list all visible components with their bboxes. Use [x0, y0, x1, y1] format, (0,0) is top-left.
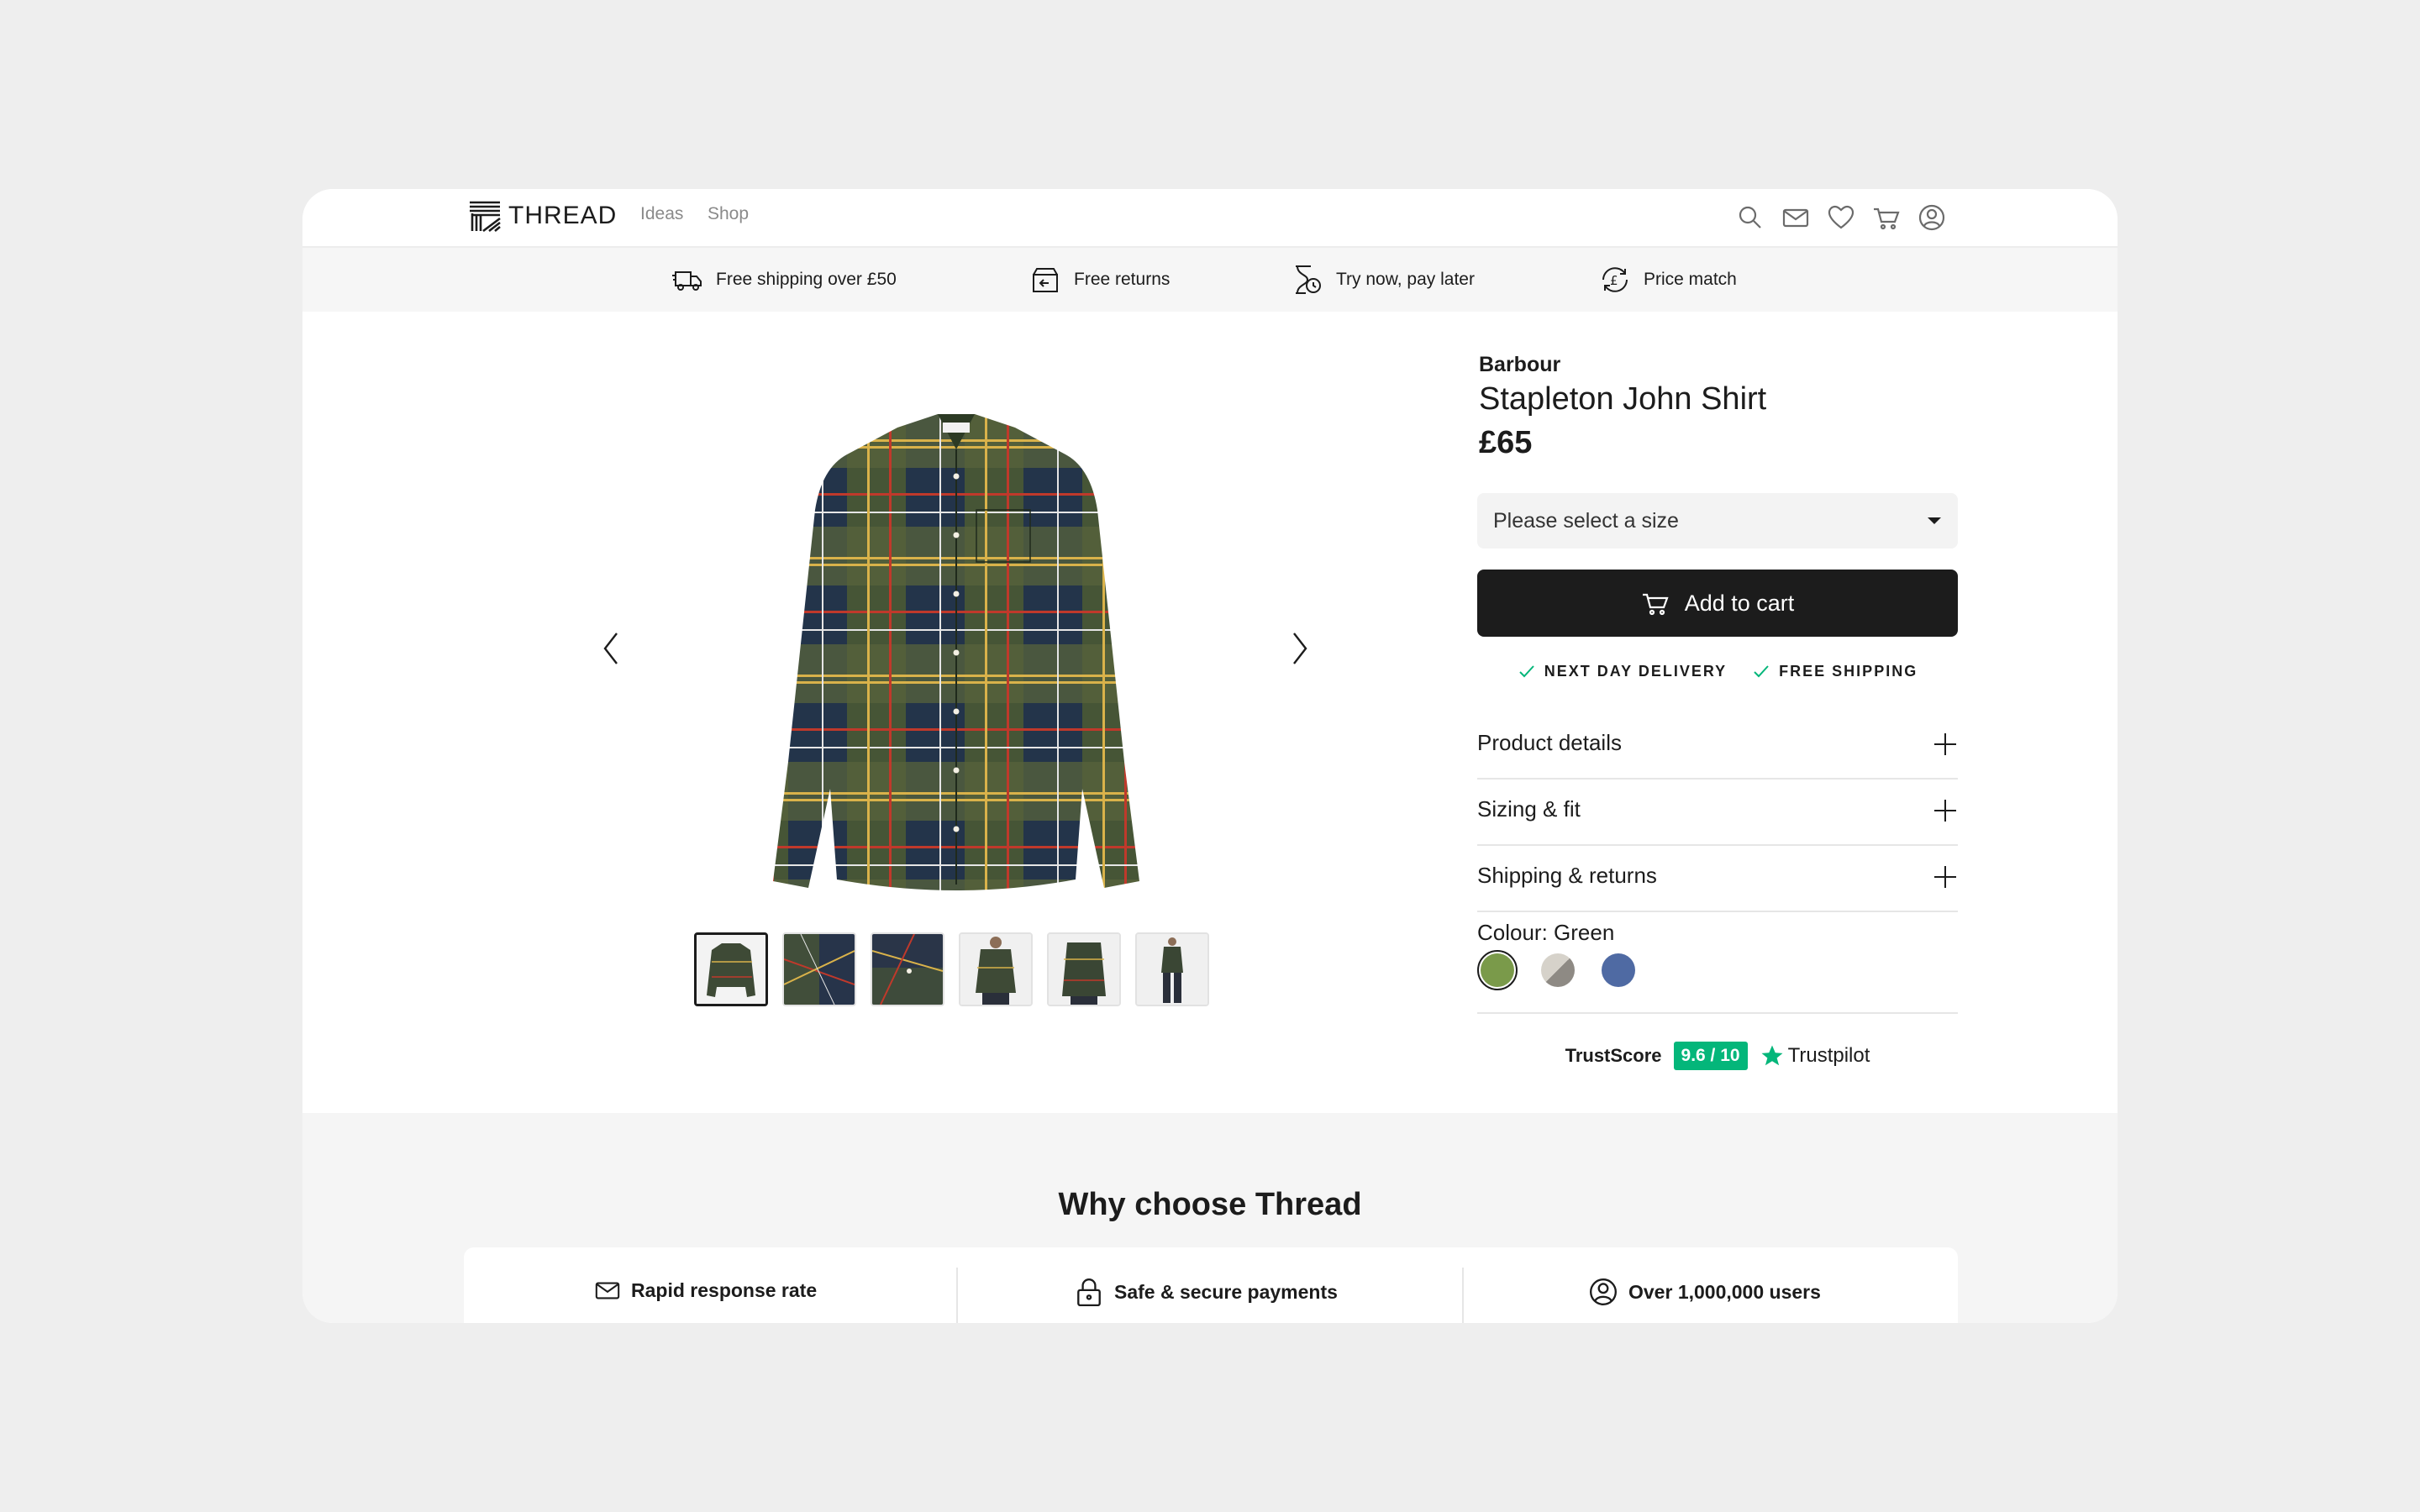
thumbnail-6[interactable]: [1135, 932, 1209, 1006]
truck-icon: [672, 271, 702, 291]
product-brand[interactable]: Barbour: [1479, 353, 1560, 377]
add-to-cart-label: Add to cart: [1684, 590, 1795, 616]
top-navigation: THREAD Ideas Shop: [302, 189, 2118, 248]
why-item-label: Over 1,000,000 users: [1628, 1280, 1821, 1303]
why-item-response: Rapid response rate: [594, 1277, 817, 1304]
benefit-price-match: £ Price match: [1598, 248, 1737, 312]
accordion-label: Sizing & fit: [1477, 796, 1581, 822]
returns-box-icon: [1033, 268, 1058, 292]
logo-text: THREAD: [508, 202, 618, 229]
benefit-free-returns: Free returns: [1028, 248, 1170, 312]
thumbnail-strip: [694, 932, 1209, 1006]
caret-down-icon: [1928, 517, 1941, 524]
accordion-sizing-fit[interactable]: Sizing & fit: [1477, 779, 1958, 846]
thumbnail-4[interactable]: [959, 932, 1033, 1006]
delivery-label: NEXT DAY DELIVERY: [1544, 662, 1728, 680]
account-icon[interactable]: [1918, 203, 1946, 232]
browser-window: THREAD Ideas Shop Free shipping over £50…: [302, 189, 2118, 1323]
padlock-icon: [1077, 1278, 1101, 1307]
swatch-grey[interactable]: [1538, 950, 1578, 990]
svg-text:£: £: [1610, 273, 1618, 288]
hourglass-clock-icon: [1296, 265, 1321, 294]
benefit-free-shipping: Free shipping over £50: [671, 248, 897, 312]
plus-icon: [1934, 733, 1956, 755]
divider: [956, 1268, 958, 1323]
user-circle-icon: [1590, 1278, 1617, 1305]
why-item-label: Rapid response rate: [631, 1278, 818, 1301]
nav-ideas-link[interactable]: Ideas: [640, 204, 683, 224]
delivery-item: FREE SHIPPING: [1752, 662, 1918, 680]
benefit-label: Price match: [1644, 270, 1737, 289]
product-price: £65: [1479, 425, 1533, 460]
swatch-blue[interactable]: [1598, 950, 1639, 990]
trustpilot-logo: Trustpilot: [1760, 1043, 1870, 1068]
size-select-label: Please select a size: [1493, 508, 1679, 533]
add-to-cart-button[interactable]: Add to cart: [1477, 570, 1958, 637]
why-item-payments: Safe & secure payments: [1074, 1277, 1338, 1307]
plus-icon: [1934, 866, 1956, 888]
product-name: Stapleton John Shirt: [1479, 381, 1767, 417]
thumbnail-3[interactable]: [871, 932, 944, 1006]
divider: [1462, 1268, 1464, 1323]
check-icon: [1754, 665, 1769, 678]
colour-swatches: [1477, 950, 1639, 990]
benefit-label: Try now, pay later: [1336, 270, 1475, 289]
benefit-label: Free returns: [1074, 270, 1171, 289]
check-icon: [1519, 665, 1534, 678]
cart-icon[interactable]: [1872, 203, 1901, 232]
nav-shop-link[interactable]: Shop: [708, 204, 749, 224]
accordion-label: Product details: [1477, 730, 1622, 755]
accordion-label: Shipping & returns: [1477, 863, 1657, 888]
trustscore-value: 9.6 / 10: [1673, 1042, 1748, 1070]
delivery-item: NEXT DAY DELIVERY: [1518, 662, 1727, 680]
trustscore-label: TrustScore: [1565, 1045, 1662, 1066]
swatch-green[interactable]: [1477, 950, 1518, 990]
why-title: Why choose Thread: [1058, 1187, 1362, 1222]
benefits-bar: Free shipping over £50 Free returns Try …: [302, 248, 2118, 312]
colour-label: Colour: Green: [1477, 920, 1615, 945]
pound-refresh-icon: £: [1602, 267, 1628, 292]
mail-icon[interactable]: [1781, 203, 1810, 232]
cart-icon: [1642, 593, 1669, 616]
why-choose-section: Why choose Thread Rapid response rate Sa…: [302, 1113, 2118, 1323]
why-item-users: Over 1,000,000 users: [1588, 1277, 1821, 1307]
plus-icon: [1934, 800, 1956, 822]
why-cards: Rapid response rate Safe & secure paymen…: [464, 1247, 1958, 1323]
thread-logo[interactable]: THREAD: [469, 200, 617, 232]
delivery-label: FREE SHIPPING: [1779, 662, 1918, 680]
accordion-product-details[interactable]: Product details: [1477, 712, 1958, 780]
benefit-pay-later: Try now, pay later: [1291, 248, 1475, 312]
search-icon[interactable]: [1736, 203, 1765, 232]
mail-icon: [595, 1282, 620, 1299]
thumbnail-2[interactable]: [782, 932, 856, 1006]
benefit-label: Free shipping over £50: [716, 270, 897, 289]
header-icon-group: [1736, 203, 1946, 232]
gallery-prev-arrow[interactable]: [598, 630, 623, 667]
divider: [1477, 1012, 1958, 1014]
trustpilot-widget[interactable]: TrustScore 9.6 / 10 Trustpilot: [1477, 1042, 1958, 1070]
thumbnail-1[interactable]: [694, 932, 768, 1006]
thumbnail-5[interactable]: [1047, 932, 1121, 1006]
why-item-label: Safe & secure payments: [1114, 1280, 1338, 1303]
heart-icon[interactable]: [1827, 203, 1855, 232]
product-image: [773, 414, 1139, 890]
swatch-fill: [1602, 953, 1635, 987]
size-select[interactable]: Please select a size: [1477, 493, 1958, 549]
swatch-fill: [1481, 953, 1514, 987]
accordion-shipping-returns[interactable]: Shipping & returns: [1477, 845, 1958, 912]
delivery-info: NEXT DAY DELIVERY FREE SHIPPING: [1477, 662, 1958, 680]
trustpilot-text: Trustpilot: [1787, 1044, 1870, 1067]
swatch-fill: [1541, 953, 1575, 987]
thread-logo-icon: [470, 201, 501, 232]
gallery-next-arrow[interactable]: [1287, 630, 1313, 667]
star-icon: [1761, 1045, 1783, 1066]
